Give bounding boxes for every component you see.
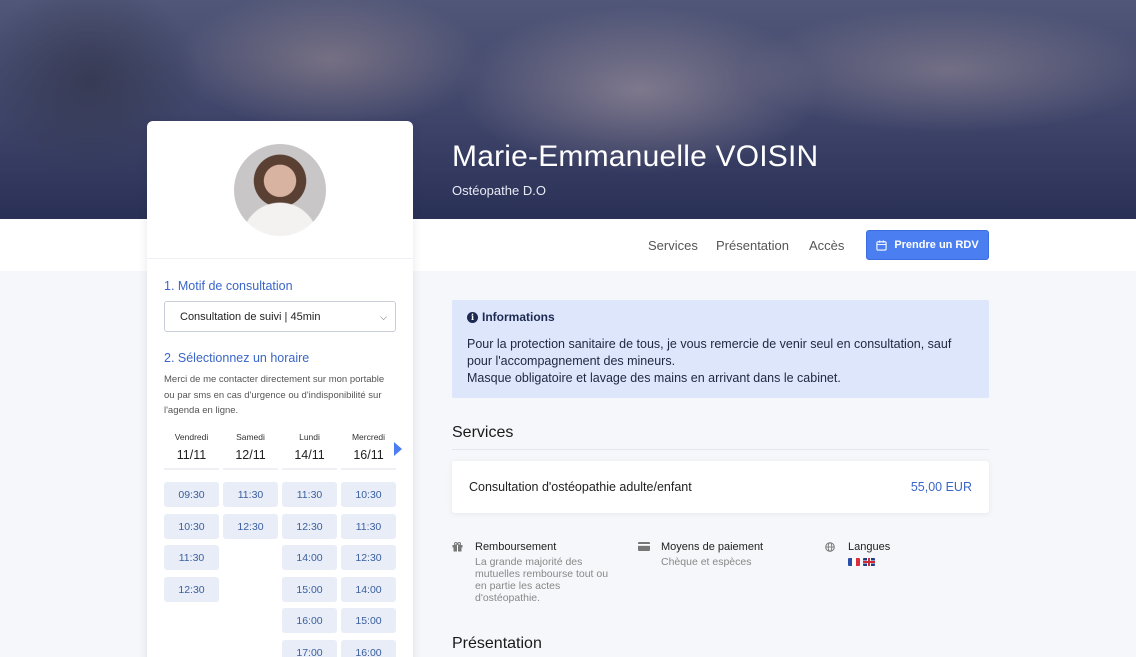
day-header: Lundi 14/11 bbox=[282, 432, 337, 462]
select-value: Consultation de suivi | 45min bbox=[180, 310, 321, 323]
payment-text: Chèque et espèces bbox=[661, 556, 752, 568]
presentation-title: Présentation bbox=[452, 635, 542, 652]
booking-note: Merci de me contacter directement sur mo… bbox=[164, 374, 385, 416]
service-item[interactable]: Consultation d'ostéopathie adulte/enfant… bbox=[452, 461, 989, 513]
avatar bbox=[234, 144, 326, 236]
nav-link-acces[interactable]: Accès bbox=[809, 238, 844, 253]
day-underline bbox=[341, 468, 396, 470]
info-title-text: Informations bbox=[482, 310, 555, 324]
languages-title: Langues bbox=[848, 541, 891, 553]
time-slot[interactable]: 12:30 bbox=[223, 514, 278, 539]
info-line: Masque obligatoire et lavage des mains e… bbox=[467, 371, 841, 385]
info-text: Pour la protection sanitaire de tous, je… bbox=[467, 336, 974, 387]
flag-uk-icon bbox=[863, 558, 875, 566]
service-name: Consultation d'ostéopathie adulte/enfant bbox=[469, 480, 692, 494]
booking-card: 1. Motif de consultation Consultation de… bbox=[147, 121, 413, 657]
day-headers: Vendredi 11/11 Samedi 12/11 Lundi 14/11 … bbox=[164, 432, 404, 472]
next-days-arrow-icon[interactable] bbox=[394, 442, 402, 456]
time-slot[interactable]: 12:30 bbox=[341, 545, 396, 570]
time-slot[interactable]: 11:30 bbox=[341, 514, 396, 539]
time-slot[interactable]: 15:00 bbox=[282, 577, 337, 602]
book-appointment-label: Prendre un RDV bbox=[894, 239, 979, 251]
time-slot[interactable]: 09:30 bbox=[164, 482, 219, 507]
services-divider bbox=[452, 449, 989, 450]
day-header: Mercredi 16/11 bbox=[341, 432, 396, 462]
consultation-reason-select[interactable]: Consultation de suivi | 45min ⌵ bbox=[164, 301, 396, 332]
gift-icon bbox=[452, 542, 463, 552]
info-title: i Informations bbox=[467, 310, 974, 324]
chevron-down-icon: ⌵ bbox=[380, 312, 387, 322]
language-flags bbox=[848, 558, 875, 566]
calendar-icon bbox=[876, 239, 887, 251]
time-slot[interactable]: 10:30 bbox=[164, 514, 219, 539]
day-underline bbox=[164, 468, 219, 470]
services-title: Services bbox=[452, 424, 514, 441]
day-name: Lundi bbox=[299, 432, 320, 442]
card-divider bbox=[147, 258, 413, 259]
day-date: 16/11 bbox=[353, 448, 384, 462]
time-slot[interactable]: 14:00 bbox=[282, 545, 337, 570]
info-line: Pour la protection sanitaire de tous, je… bbox=[467, 337, 952, 368]
time-slot[interactable]: 11:30 bbox=[223, 482, 278, 507]
reimbursement-text: La grande majorité des mutuelles rembour… bbox=[475, 556, 609, 604]
step1-title: 1. Motif de consultation bbox=[164, 279, 293, 293]
time-slot[interactable]: 12:30 bbox=[164, 577, 219, 602]
credit-card-icon bbox=[638, 542, 650, 551]
reimbursement-title: Remboursement bbox=[475, 541, 557, 553]
day-header: Vendredi 11/11 bbox=[164, 432, 219, 462]
time-slot[interactable]: 16:00 bbox=[282, 608, 337, 633]
time-slot[interactable]: 11:30 bbox=[282, 482, 337, 507]
day-name: Samedi bbox=[236, 432, 265, 442]
day-underline bbox=[282, 468, 337, 470]
day-date: 11/11 bbox=[176, 448, 207, 462]
day-name: Mercredi bbox=[351, 432, 386, 442]
nav-link-presentation[interactable]: Présentation bbox=[716, 238, 789, 253]
service-price: 55,00 EUR bbox=[910, 480, 972, 494]
flag-fr-icon bbox=[848, 558, 860, 566]
time-slot[interactable]: 12:30 bbox=[282, 514, 337, 539]
time-slot[interactable]: 16:00 bbox=[341, 640, 396, 657]
time-slot[interactable]: 14:00 bbox=[341, 577, 396, 602]
nav-link-services[interactable]: Services bbox=[648, 238, 698, 253]
day-date: 14/11 bbox=[294, 448, 325, 462]
day-date: 12/11 bbox=[235, 448, 266, 462]
payment-title: Moyens de paiement bbox=[661, 541, 764, 553]
time-slot[interactable]: 15:00 bbox=[341, 608, 396, 633]
time-slot[interactable]: 10:30 bbox=[341, 482, 396, 507]
time-slot[interactable]: 17:00 bbox=[282, 640, 337, 657]
info-icon: i bbox=[467, 311, 478, 323]
practitioner-title: Ostéopathe D.O bbox=[452, 183, 546, 198]
book-appointment-button[interactable]: Prendre un RDV bbox=[866, 230, 989, 260]
time-slot[interactable]: 11:30 bbox=[164, 545, 219, 570]
globe-icon bbox=[825, 542, 836, 552]
practitioner-name: Marie-Emmanuelle VOISIN bbox=[452, 140, 819, 173]
info-box: i Informations Pour la protection sanita… bbox=[452, 300, 989, 398]
day-underline bbox=[223, 468, 278, 470]
day-header: Samedi 12/11 bbox=[223, 432, 278, 462]
day-name: Vendredi bbox=[174, 432, 209, 442]
step2-title: 2. Sélectionnez un horaire bbox=[164, 351, 310, 365]
